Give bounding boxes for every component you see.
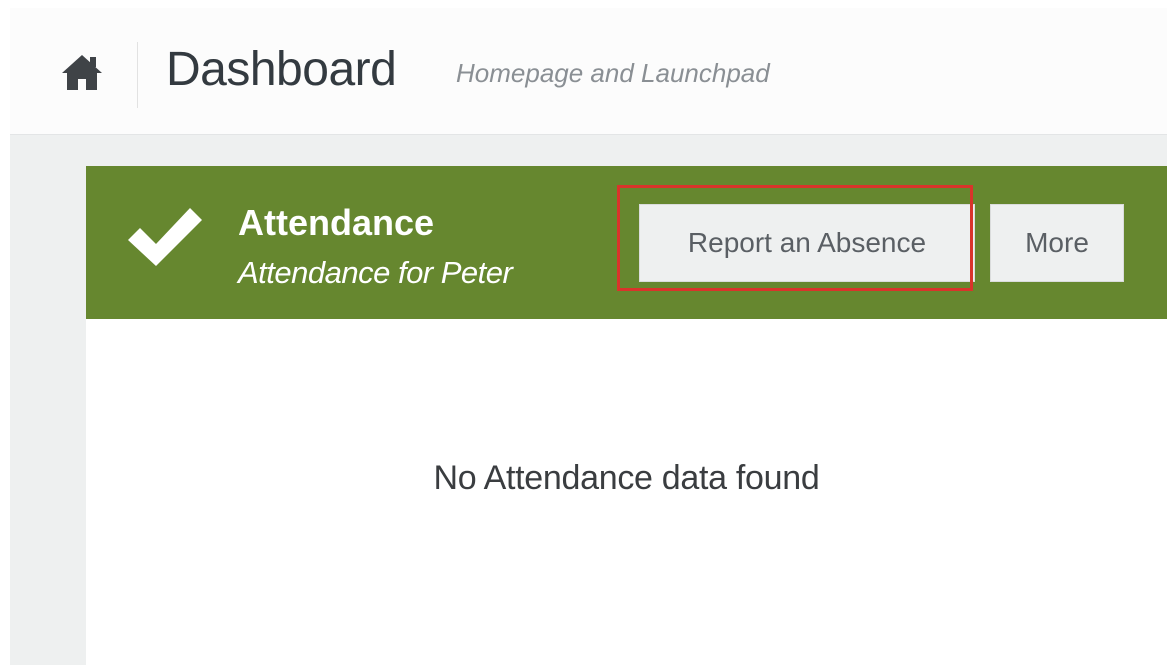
attendance-widget-header: Attendance Attendance for Peter Report a… [86,166,1167,319]
report-absence-button[interactable]: Report an Absence [639,204,975,282]
checkmark-icon [122,202,208,272]
widget-subtitle: Attendance for Peter [238,255,513,290]
header-divider [137,42,138,108]
more-button[interactable]: More [990,204,1124,282]
widget-title: Attendance [238,202,435,243]
page-header: Dashboard Homepage and Launchpad [10,8,1167,135]
attendance-widget: Attendance Attendance for Peter Report a… [86,166,1167,665]
home-icon[interactable] [60,52,104,92]
empty-state-message: No Attendance data found [433,459,820,497]
page-subtitle: Homepage and Launchpad [456,58,770,88]
page-title: Dashboard [166,43,397,96]
app-frame: Dashboard Homepage and Launchpad Attenda… [10,8,1167,665]
